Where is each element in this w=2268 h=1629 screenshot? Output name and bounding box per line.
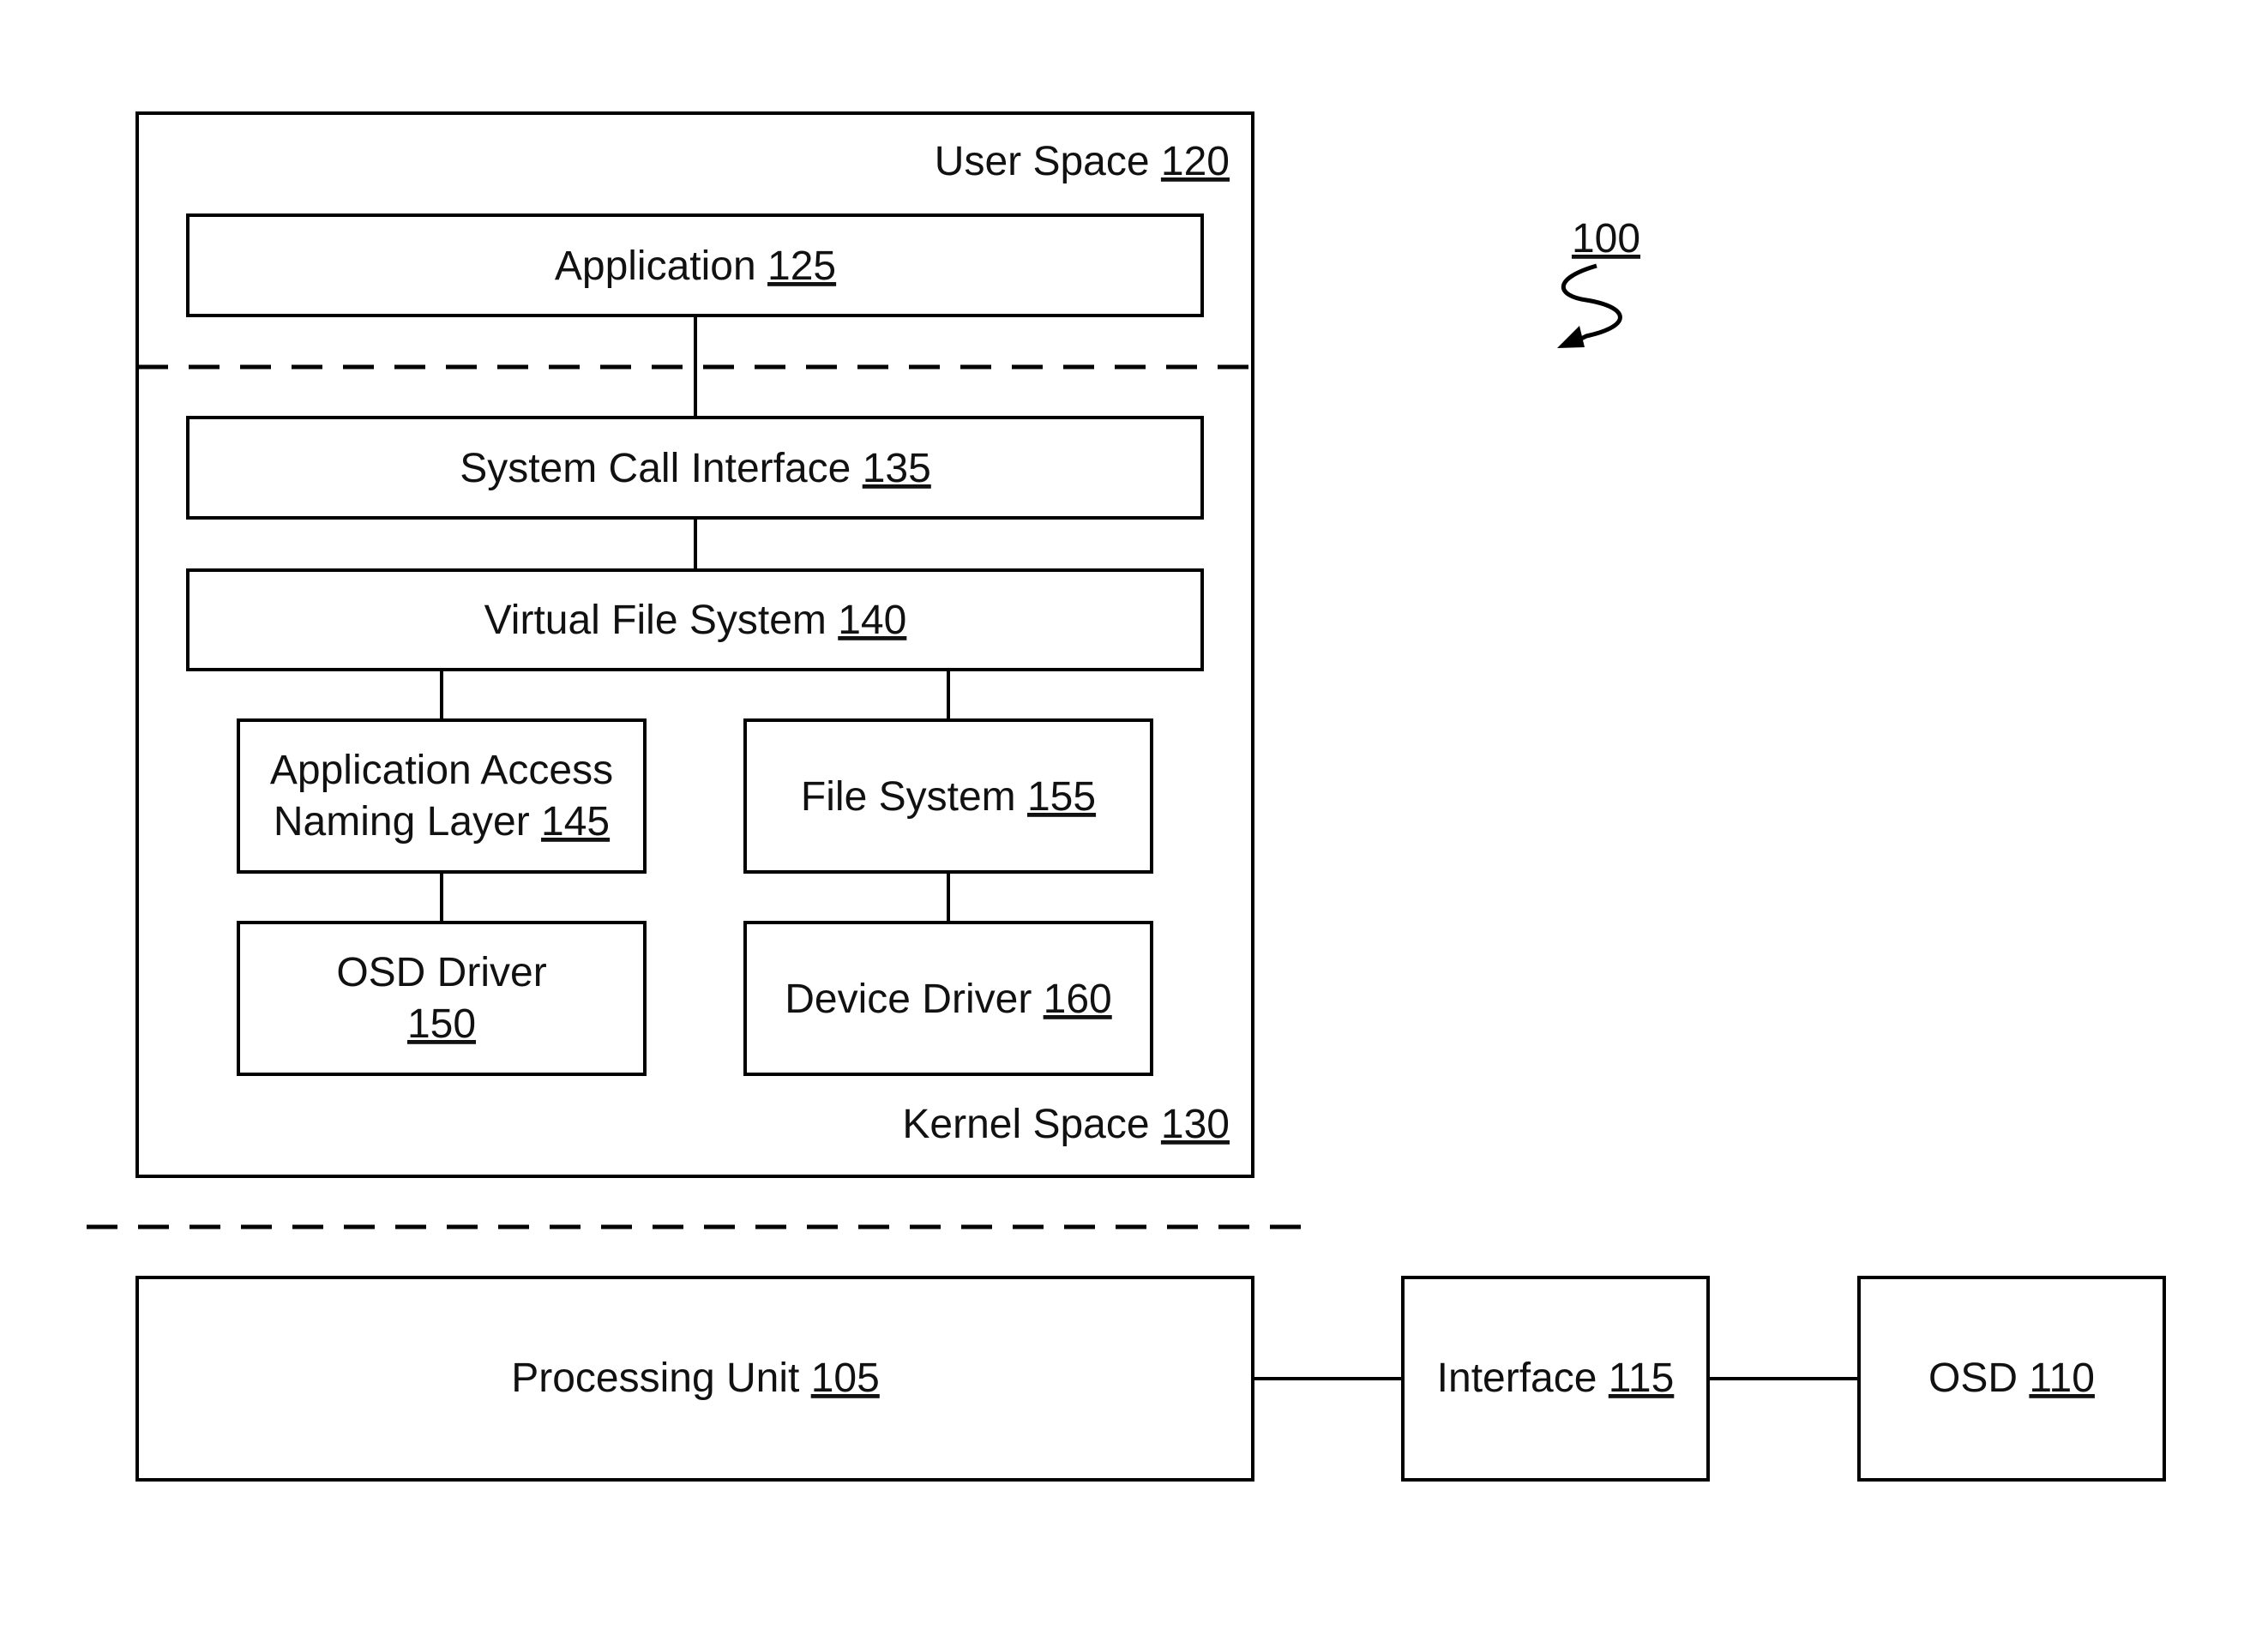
arrow-head-icon — [1557, 326, 1585, 348]
osd-label: OSD 110 — [1928, 1355, 2095, 1401]
aanl-label-2: Naming Layer 145 — [274, 799, 610, 845]
diagram: User Space 120 Application 125 System Ca… — [87, 111, 2166, 1482]
figure-ref-label: 100 — [1572, 216, 1640, 261]
application-label: Application 125 — [555, 243, 836, 289]
sci-label: System Call Interface 135 — [460, 446, 931, 491]
osd-driver-label: OSD Driver — [336, 950, 546, 995]
vfs-label: Virtual File System 140 — [484, 598, 907, 643]
aanl-label-1: Application Access — [270, 748, 613, 793]
user-space-label: User Space 120 — [935, 139, 1230, 184]
pu-label: Processing Unit 105 — [511, 1355, 880, 1401]
osd-driver-box — [237, 921, 647, 1076]
fs-label: File System 155 — [801, 774, 1096, 820]
dd-label: Device Driver 160 — [785, 977, 1111, 1022]
osd-driver-ref: 150 — [407, 1001, 476, 1047]
aanl-box — [237, 718, 647, 874]
kernel-space-label: Kernel Space 130 — [902, 1102, 1230, 1147]
figure-ref-arrow — [1561, 263, 1622, 347]
interface-label: Interface 115 — [1437, 1355, 1675, 1401]
